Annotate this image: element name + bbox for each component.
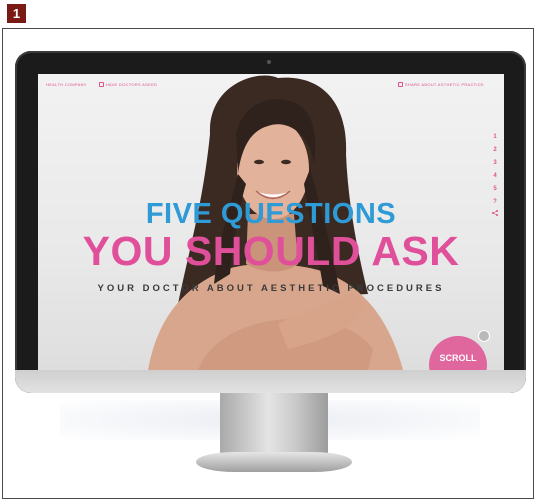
- figure-number-badge: 1: [7, 4, 26, 23]
- subheadline: YOUR DOCTOR ABOUT AESTHETIC PROCEDURES: [97, 283, 445, 294]
- side-nav-item-5[interactable]: 5: [493, 184, 496, 195]
- camera-dot: [267, 60, 271, 64]
- headline-line-2: YOU SHOULD ASK: [82, 228, 460, 274]
- topbar-left-link[interactable]: HEALTH COMPANY: [46, 82, 87, 87]
- topbar-center-label: HAVE DOCTORS ASKED: [105, 81, 158, 87]
- photo-icon: [98, 81, 104, 87]
- scroll-badge-icon: [478, 330, 490, 342]
- topbar-left-label: HEALTH COMPANY: [46, 81, 87, 87]
- email-icon: [397, 81, 403, 87]
- monitor-base: [196, 452, 352, 472]
- monitor-screen: HEALTH COMPANY HAVE DOCTORS ASKED SHARE …: [38, 74, 504, 370]
- side-nav-item-4[interactable]: 4: [493, 171, 496, 182]
- scroll-button[interactable]: SCROLL: [429, 336, 487, 370]
- side-nav-item-1[interactable]: 1: [493, 132, 496, 143]
- headline-line-1: FIVE QUESTIONS: [145, 198, 397, 230]
- topbar-center-link[interactable]: HAVE DOCTORS ASKED: [98, 81, 158, 87]
- monitor-stand: [220, 393, 328, 455]
- site-topbar: HEALTH COMPANY HAVE DOCTORS ASKED SHARE …: [46, 78, 496, 90]
- monitor-chin: [15, 370, 526, 393]
- topbar-right-label: SHARE ABOUT ASTHETIC PRACTICE: [404, 81, 484, 87]
- side-nav-item-3[interactable]: 3: [493, 158, 496, 169]
- side-nav-item-2[interactable]: 2: [493, 145, 496, 156]
- topbar-right-link[interactable]: SHARE ABOUT ASTHETIC PRACTICE: [397, 81, 484, 87]
